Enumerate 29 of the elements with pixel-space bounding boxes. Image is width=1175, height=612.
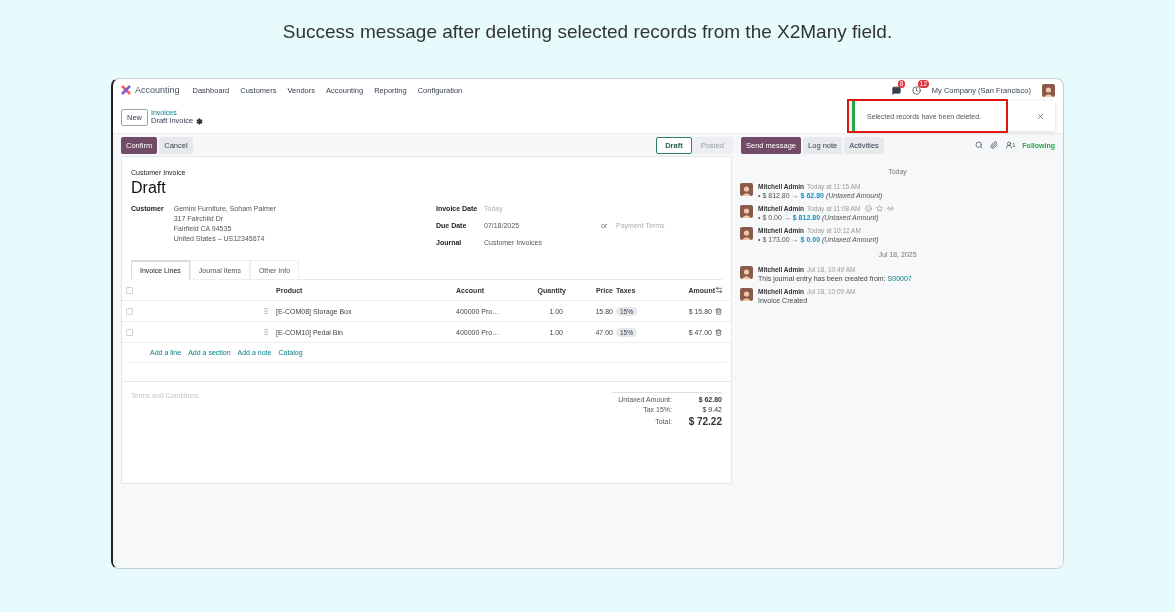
star-icon[interactable] xyxy=(876,205,884,212)
author-avatar xyxy=(740,227,753,240)
close-icon[interactable] xyxy=(1036,111,1045,121)
row-checkbox[interactable] xyxy=(126,328,133,336)
author-avatar xyxy=(740,183,753,196)
app-name[interactable]: Accounting xyxy=(121,85,180,95)
author-avatar xyxy=(740,288,753,301)
total-value: $ 72.22 xyxy=(687,416,722,427)
invoice-title: Draft xyxy=(131,179,167,197)
emoji-icon[interactable] xyxy=(865,205,873,212)
followers-icon[interactable] xyxy=(1004,141,1013,149)
paperclip-icon[interactable] xyxy=(989,141,998,149)
row-checkbox[interactable] xyxy=(126,307,133,315)
author-avatar xyxy=(740,205,753,218)
column-toggle-icon[interactable] xyxy=(715,286,723,294)
drag-handle-icon[interactable] xyxy=(262,307,270,315)
select-all-checkbox[interactable] xyxy=(126,286,133,294)
activity-clock-icon[interactable] xyxy=(911,85,921,95)
search-icon[interactable] xyxy=(974,141,983,149)
user-avatar[interactable] xyxy=(1042,83,1055,97)
delete-icon[interactable] xyxy=(715,307,722,315)
messages-icon[interactable] xyxy=(891,85,901,95)
link-icon[interactable] xyxy=(887,205,895,212)
app-logo-icon xyxy=(121,85,131,95)
drag-handle-icon[interactable] xyxy=(262,328,270,336)
author-avatar xyxy=(740,266,753,279)
caption: Success message after deleting selected records from the X2Many field. xyxy=(282,21,893,43)
delete-icon[interactable] xyxy=(715,328,722,336)
settings-icon[interactable] xyxy=(196,117,204,125)
